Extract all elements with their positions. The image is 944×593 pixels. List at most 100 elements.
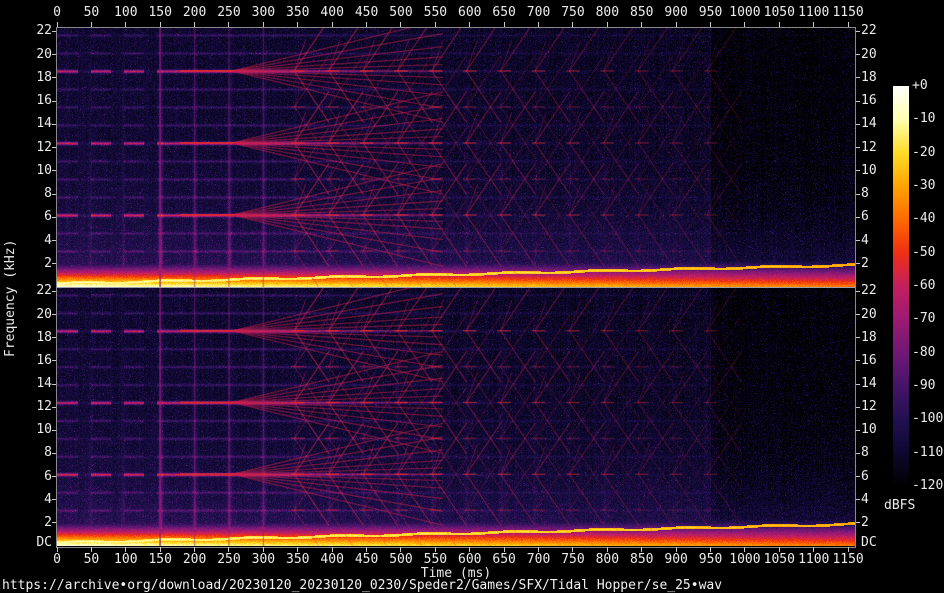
colorbar-tick-label: -80 [912,346,935,360]
time-tick-label: 1100 [798,553,829,567]
tick-mark [52,77,56,78]
tick-mark [572,547,573,552]
time-tick-label: 850 [630,6,653,20]
tick-mark [641,547,642,552]
freq-tick-label: 8 [861,187,869,201]
tick-mark [856,54,860,55]
colorbar-tick-label: -120 [912,479,943,493]
tick-mark [538,547,539,552]
tick-mark [779,22,780,27]
tick-mark [856,360,860,361]
time-tick-label: 250 [217,553,240,567]
tick-mark [856,337,860,338]
freq-axis-title: Frequency (kHz) [4,217,18,357]
freq-tick-label: 14 [861,377,877,391]
tick-mark [400,547,401,552]
time-tick-label: 700 [527,6,550,20]
tick-mark [856,147,860,148]
tick-mark [856,314,860,315]
freq-tick-label: 22 [861,284,877,298]
tick-mark [813,547,814,552]
colorbar-tick-label: -70 [912,312,935,326]
tick-mark [856,476,860,477]
freq-tick-label: 2 [20,257,52,271]
tick-mark [435,22,436,27]
tick-mark [856,407,860,408]
tick-mark [856,170,860,171]
tick-mark [856,291,860,292]
tick-mark [57,547,58,552]
tick-mark [91,22,92,27]
time-tick-label: 900 [664,6,687,20]
freq-tick-label: 20 [20,308,52,322]
tick-mark [332,547,333,552]
tick-mark [52,407,56,408]
time-tick-label: 0 [53,553,61,567]
time-tick-label: 150 [148,553,171,567]
tick-mark [435,547,436,552]
tick-mark [52,522,56,523]
freq-tick-label: 18 [20,331,52,345]
time-tick-label: 450 [355,553,378,567]
tick-mark [332,22,333,27]
tick-mark [125,22,126,27]
tick-mark [856,77,860,78]
tick-mark [400,22,401,27]
time-tick-label: 1050 [764,553,795,567]
time-tick-label: 100 [114,553,137,567]
tick-mark [228,22,229,27]
colorbar-tick-label: -100 [912,412,943,426]
freq-tick-label: 4 [20,234,52,248]
freq-tick-label: 18 [861,71,877,85]
time-tick-label: 500 [389,553,412,567]
time-tick-label: 300 [252,6,275,20]
tick-mark [856,430,860,431]
time-tick-label: 450 [355,6,378,20]
freq-tick-label-dc: DC [20,536,52,550]
tick-mark [125,547,126,552]
tick-mark [676,22,677,27]
tick-mark [52,476,56,477]
tick-mark [572,22,573,27]
spectrogram-channel-1 [57,28,855,287]
tick-mark [52,453,56,454]
tick-mark [52,291,56,292]
time-tick-label: 50 [84,6,100,20]
time-tick-label: 1150 [832,6,863,20]
time-tick-label: 100 [114,6,137,20]
tick-mark [52,240,56,241]
tick-mark [856,31,860,32]
time-tick-label: 50 [84,553,100,567]
tick-mark [194,547,195,552]
tick-mark [607,22,608,27]
tick-mark [607,547,608,552]
tick-mark [856,384,860,385]
colorbar-tick-label: -60 [912,279,935,293]
tick-mark [710,22,711,27]
tick-mark [52,147,56,148]
tick-mark [160,547,161,552]
tick-mark [52,314,56,315]
colorbar-tick-label: -20 [912,146,935,160]
tick-mark [710,547,711,552]
tick-mark [469,547,470,552]
freq-tick-label: 16 [20,94,52,108]
freq-tick-label: 16 [20,354,52,368]
tick-mark [856,263,860,264]
freq-tick-label: 14 [20,117,52,131]
time-tick-label: 800 [596,553,619,567]
freq-tick-label: 10 [20,164,52,178]
time-tick-label: 1000 [729,6,760,20]
tick-mark [856,101,860,102]
source-url-text: https://archive•org/download/20230120_20… [2,578,722,593]
colorbar-title: dBFS [884,499,915,513]
tick-mark [52,54,56,55]
tick-mark [52,31,56,32]
tick-mark [91,547,92,552]
time-tick-label: 350 [286,553,309,567]
time-tick-label: 700 [527,553,550,567]
tick-mark [297,22,298,27]
channel-separator [57,287,855,288]
tick-mark [813,22,814,27]
tick-mark [856,194,860,195]
